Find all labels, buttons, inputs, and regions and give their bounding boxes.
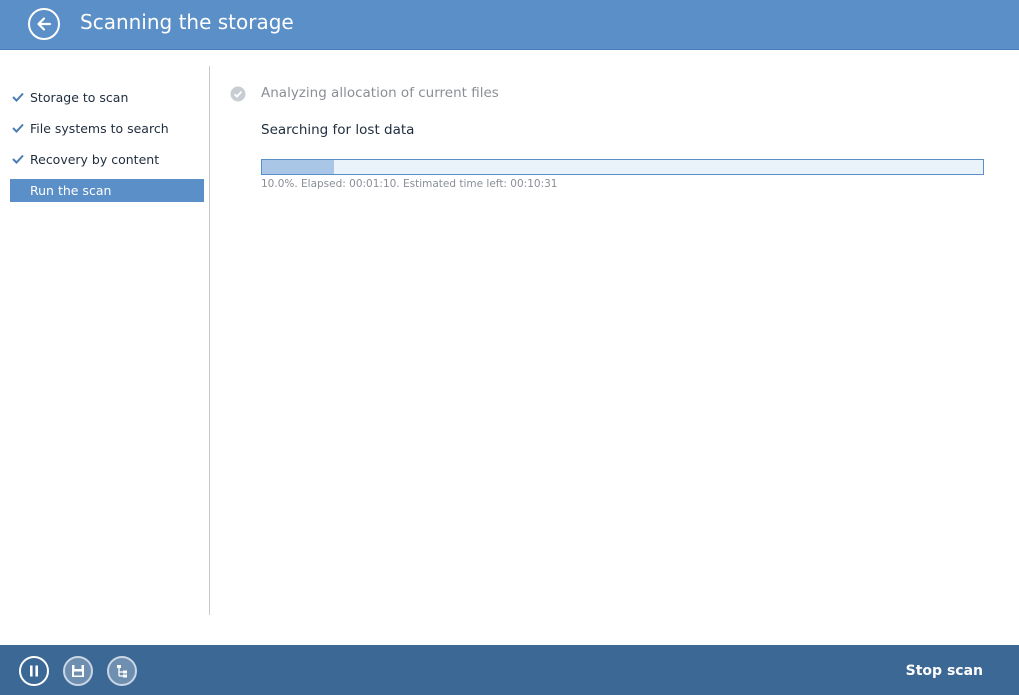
footer-bar: Stop scan [0,645,1019,695]
pause-button[interactable] [19,656,49,686]
tree-icon [117,665,127,678]
save-scan-button[interactable] [63,656,93,686]
tree-view-button[interactable] [107,656,137,686]
check-circle-icon [230,86,246,102]
back-button[interactable] [28,8,60,40]
checkmark-icon [12,92,24,102]
current-task-label: Searching for lost data [261,122,415,138]
stop-scan-button[interactable]: Stop scan [906,663,983,679]
progress-fill [262,160,335,174]
step-file-systems-to-search[interactable]: File systems to search [10,117,204,140]
arrow-left-icon [37,17,52,31]
completed-task-label: Analyzing allocation of current files [261,85,499,101]
header-bar: Scanning the storage [0,0,1019,50]
page-title: Scanning the storage [80,10,294,34]
step-label: Run the scan [30,183,112,198]
step-recovery-by-content[interactable]: Recovery by content [10,148,204,171]
step-run-the-scan[interactable]: Run the scan [10,179,204,202]
progress-status-text: 10.0%. Elapsed: 00:01:10. Estimated time… [261,178,558,190]
pause-icon [30,665,38,677]
checkmark-icon [12,123,24,133]
checkmark-icon [12,154,24,164]
scan-progress-bar [261,159,984,175]
sidebar-divider [209,66,210,615]
step-label: File systems to search [30,121,169,136]
save-icon [72,665,84,677]
step-label: Recovery by content [30,152,160,167]
step-label: Storage to scan [30,90,129,105]
step-storage-to-scan[interactable]: Storage to scan [10,86,204,109]
